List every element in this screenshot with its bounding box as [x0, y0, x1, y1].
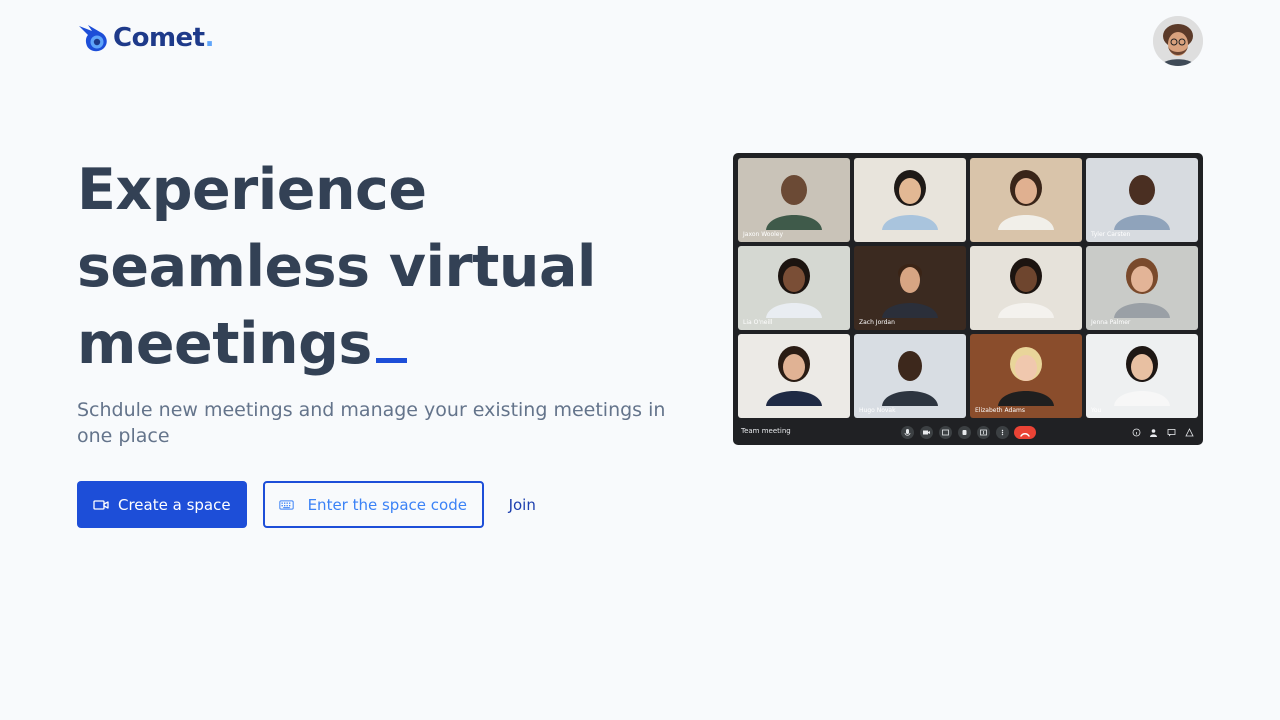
info-icon	[1132, 428, 1141, 437]
camera-icon	[920, 426, 933, 439]
participant-name: Elizabeth Adams	[975, 407, 1025, 414]
create-space-label: Create a space	[118, 495, 231, 514]
hero-title-line-1: Experience	[77, 157, 427, 223]
participant-tile	[738, 334, 850, 418]
comet-logo-icon	[79, 25, 107, 52]
meeting-control-bar: Team meeting	[733, 419, 1203, 445]
participant-grid: Jaxon Wooley Tyler Carsten Lia O'neill Z…	[738, 158, 1198, 418]
participant-name: Hugo Novak	[859, 407, 896, 414]
participant-tile: Jaxon Wooley	[738, 158, 850, 242]
hero-title-line-3: meetings	[77, 311, 372, 377]
participant-photo	[1114, 346, 1170, 406]
captions-icon	[939, 426, 952, 439]
create-space-button[interactable]: Create a space	[77, 481, 247, 528]
participant-photo	[766, 258, 822, 318]
participant-tile: You	[1086, 334, 1198, 418]
present-screen-icon	[977, 426, 990, 439]
hero-subtitle: Schdule new meetings and manage your exi…	[77, 399, 666, 447]
participant-photo	[882, 351, 938, 406]
participant-photo	[998, 258, 1054, 318]
activities-icon	[1185, 428, 1194, 437]
space-code-input[interactable]	[307, 495, 468, 514]
hero-title: Experience seamless virtual meetings	[77, 152, 697, 383]
participant-tile: Elizabeth Adams	[970, 334, 1082, 418]
space-code-field[interactable]	[262, 481, 484, 528]
participant-photo	[766, 346, 822, 406]
participant-name: Lia O'neill	[743, 319, 773, 326]
end-call-icon	[1014, 426, 1036, 439]
participant-photo	[882, 170, 938, 230]
user-avatar[interactable]	[1153, 16, 1203, 66]
participant-photo	[998, 347, 1054, 406]
participant-tile: Zach Jordan	[854, 246, 966, 330]
participant-tile	[970, 246, 1082, 330]
meeting-preview-image: Jaxon Wooley Tyler Carsten Lia O'neill Z…	[733, 153, 1203, 445]
hero-actions: Create a space Join	[77, 481, 536, 528]
comet-logo[interactable]: Comet.	[78, 23, 215, 53]
participant-photo	[882, 264, 938, 318]
microphone-icon	[901, 426, 914, 439]
participant-tile: Jenna Palmer	[1086, 246, 1198, 330]
more-options-icon	[996, 426, 1009, 439]
people-icon	[1150, 429, 1157, 437]
participant-name: Tyler Carsten	[1091, 231, 1131, 238]
join-button[interactable]: Join	[509, 496, 536, 514]
participant-name: Zach Jordan	[859, 319, 895, 326]
raise-hand-icon	[958, 426, 971, 439]
participant-photo	[1114, 175, 1170, 230]
typing-cursor	[375, 358, 407, 363]
participant-name: Jaxon Wooley	[743, 231, 784, 238]
participant-tile	[970, 158, 1082, 242]
participant-name: You	[1091, 407, 1102, 414]
participant-photo	[766, 175, 822, 230]
participant-tile	[854, 158, 966, 242]
top-bar: Comet.	[0, 0, 1280, 80]
brand-name: Comet	[113, 23, 205, 53]
brand-dot: .	[204, 23, 215, 53]
participant-name: Jenna Palmer	[1091, 319, 1131, 326]
chat-icon	[1167, 429, 1176, 437]
participant-tile: Lia O'neill	[738, 246, 850, 330]
hero-title-line-2: seamless virtual	[77, 234, 596, 300]
participant-tile: Tyler Carsten	[1086, 158, 1198, 242]
participant-photo	[1114, 258, 1170, 318]
keyboard-icon	[278, 499, 294, 510]
video-camera-icon	[93, 499, 109, 510]
participant-photo	[998, 170, 1054, 230]
participant-tile: Hugo Novak	[854, 334, 966, 418]
user-avatar-icon	[1153, 16, 1203, 66]
meeting-title: Team meeting	[741, 427, 791, 435]
